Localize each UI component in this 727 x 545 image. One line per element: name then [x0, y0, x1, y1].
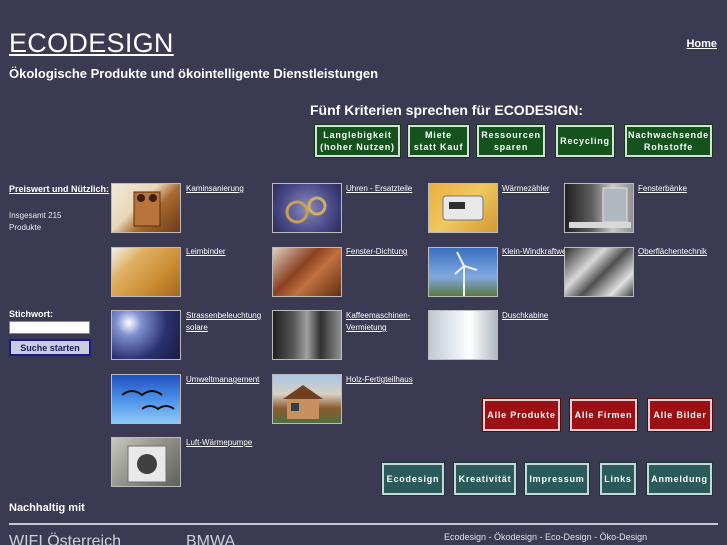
nav-anmeldung-button[interactable]: Anmeldung	[646, 462, 713, 496]
window-sill-image[interactable]	[564, 183, 634, 233]
site-title[interactable]: ECODESIGN	[9, 28, 174, 59]
clock-gears-image[interactable]	[272, 183, 342, 233]
solar-streetlight-image[interactable]	[111, 310, 181, 360]
product-link[interactable]: Strassenbeleuchtung solare	[186, 310, 266, 334]
wooden-house-image[interactable]	[272, 374, 342, 424]
product-count: Insgesamt 215 Produkte	[9, 211, 62, 232]
tagline: Ökologische Produkte und ökointelligente…	[9, 66, 379, 81]
product-link[interactable]: Umweltmanagement	[186, 374, 266, 386]
wind-turbine-image[interactable]	[428, 247, 498, 297]
sustainable-with-heading: Nachhaltig mit	[9, 502, 85, 514]
coffee-machine-image[interactable]	[272, 310, 342, 360]
surface-tech-image[interactable]	[564, 247, 634, 297]
footer-divider	[9, 523, 718, 525]
criteria-button-nachwachsende[interactable]: Nachwachsende Rohstoffe	[624, 124, 713, 158]
criteria-title: Fünf Kriterien sprechen für ECODESIGN:	[310, 102, 584, 118]
product-link[interactable]: Fenster-Dichtung	[346, 246, 426, 258]
nav-impressum-button[interactable]: Impressum	[524, 462, 590, 496]
product-link[interactable]: Uhren - Ersatzteile	[346, 183, 426, 195]
product-link[interactable]: Fensterbänke	[638, 183, 718, 195]
window-seal-image[interactable]	[272, 247, 342, 297]
product-link[interactable]: Duschkabine	[502, 310, 582, 322]
birds-sky-image[interactable]	[111, 374, 181, 424]
search-button[interactable]: Suche starten	[9, 339, 91, 356]
glulam-beam-image[interactable]	[111, 247, 181, 297]
shower-cabin-image[interactable]	[428, 310, 498, 360]
all-companies-button[interactable]: Alle Firmen	[569, 398, 638, 432]
product-link[interactable]: Kaminsanierung	[186, 183, 266, 195]
criteria-button-recycling[interactable]: Recycling	[555, 124, 615, 158]
home-link[interactable]: Home	[686, 38, 717, 50]
footer-keywords: Ecodesign - Ökodesign - Eco-Design - Öko…	[444, 532, 648, 542]
wifi-logo-text[interactable]: WIFI Österreich	[9, 533, 121, 545]
criteria-button-miete[interactable]: Miete statt Kauf	[407, 124, 470, 158]
chimney-image[interactable]	[111, 183, 181, 233]
sidebar-heading-link[interactable]: Preiswert und Nützlich:	[9, 184, 109, 194]
search-input[interactable]	[9, 321, 90, 334]
nav-links-button[interactable]: Links	[599, 462, 637, 496]
product-link[interactable]: Kaffeemaschinen-Vermietung	[346, 310, 426, 334]
nav-ecodesign-button[interactable]: Ecodesign	[381, 462, 445, 496]
product-link[interactable]: Luft-Wärmepumpe	[186, 437, 266, 449]
bmwa-logo-text[interactable]: BMWA	[186, 533, 235, 545]
nav-kreativitaet-button[interactable]: Kreativität	[453, 462, 517, 496]
search-label: Stichwort:	[9, 309, 53, 319]
product-link[interactable]: Leimbinder	[186, 246, 266, 258]
criteria-button-langlebigkeit[interactable]: Langlebigkeit (hoher Nutzen)	[314, 124, 401, 158]
all-images-button[interactable]: Alle Bilder	[647, 398, 713, 432]
product-link[interactable]: Oberflächentechnik	[638, 246, 718, 258]
criteria-button-ressourcen[interactable]: Ressourcen sparen	[476, 124, 546, 158]
product-link[interactable]: Holz-Fertigteilhaus	[346, 374, 426, 386]
all-products-button[interactable]: Alle Produkte	[482, 398, 561, 432]
heat-pump-image[interactable]	[111, 437, 181, 487]
heat-meter-image[interactable]	[428, 183, 498, 233]
